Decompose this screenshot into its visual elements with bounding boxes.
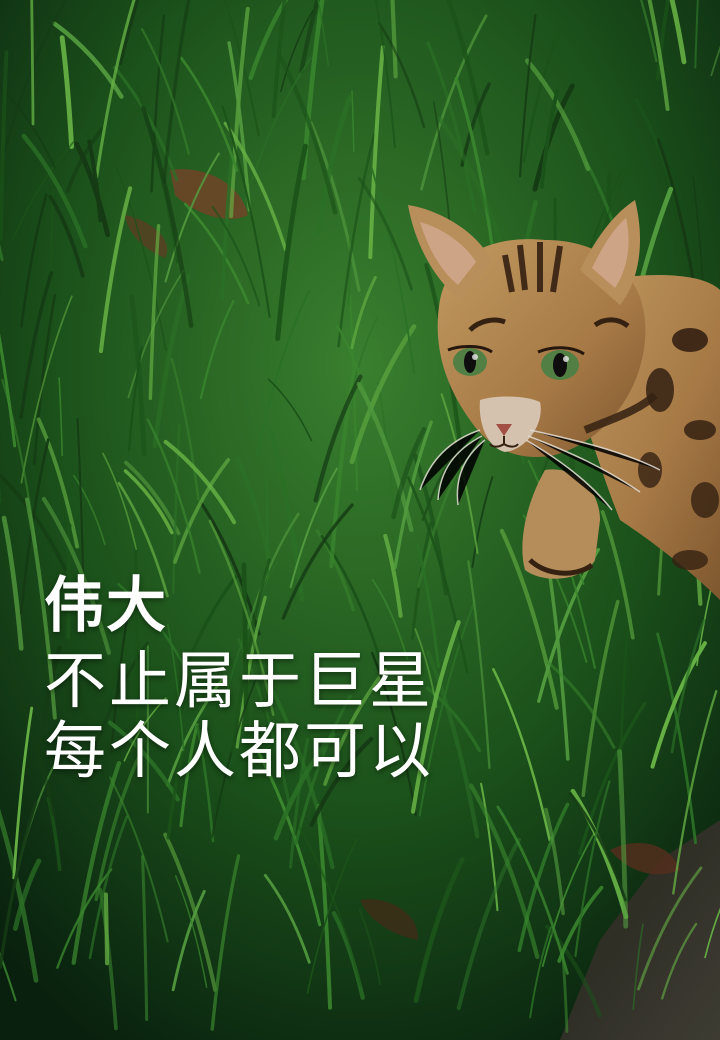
headline: 伟大 xyxy=(44,571,168,641)
cat-in-grass-photo xyxy=(0,0,720,1040)
caption-line-1: 不止属于巨星 xyxy=(44,644,435,717)
poster-caption: 伟大 不止属于巨星 每个人都可以 xyxy=(44,566,604,786)
caption-line-2: 每个人都可以 xyxy=(44,714,435,787)
poster: 伟大 不止属于巨星 每个人都可以 xyxy=(0,0,720,1040)
